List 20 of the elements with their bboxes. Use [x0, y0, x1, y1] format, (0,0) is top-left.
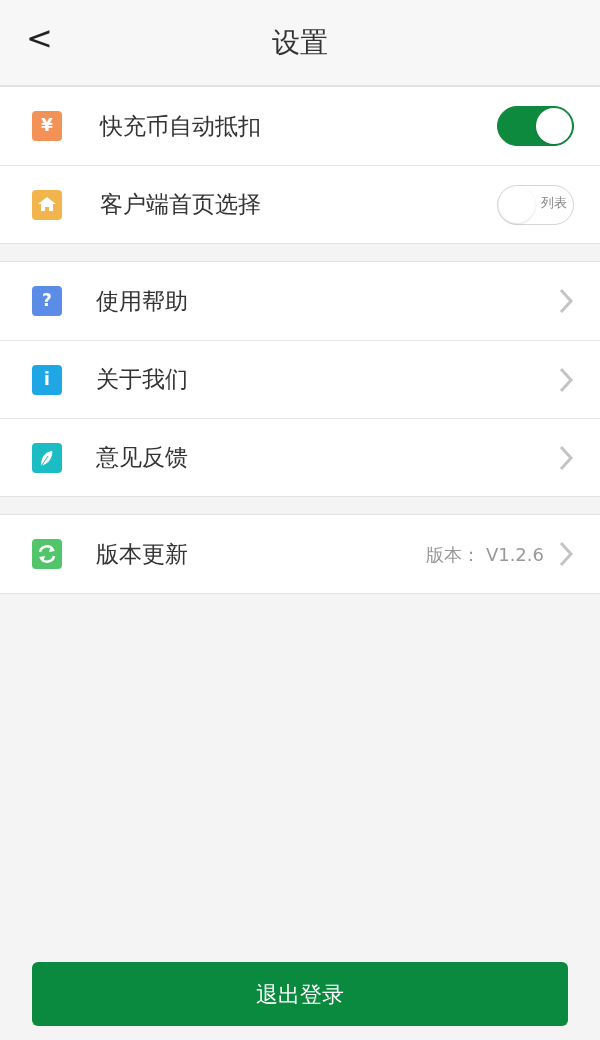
toggle-label: 列表 [541, 195, 567, 209]
back-button[interactable]: < [22, 22, 57, 54]
chevron-right-icon [558, 443, 574, 472]
row-label: 版本更新 [96, 539, 189, 569]
chevron-right-icon [558, 540, 574, 568]
toggle-switch[interactable]: 列表 [497, 184, 574, 225]
row-label: 客户端首页选择 [100, 190, 262, 220]
chevron-right-icon [558, 365, 574, 394]
row-icon: ? [32, 286, 62, 316]
row-label: 关于我们 [96, 365, 189, 395]
page-title: 设置 [272, 24, 328, 61]
row-label: 快充币自动抵扣 [100, 111, 262, 141]
chevron-right-icon [558, 287, 574, 315]
logout-button[interactable]: 退出登录 [32, 962, 568, 1026]
version-value: 版本： V1.2.6 [426, 542, 544, 567]
row-icon: ¥ [32, 111, 62, 141]
toggle-switch[interactable] [497, 106, 574, 146]
row-label: 意见反馈 [96, 443, 189, 473]
row-label: 使用帮助 [96, 286, 189, 316]
row-icon: i [32, 364, 62, 395]
